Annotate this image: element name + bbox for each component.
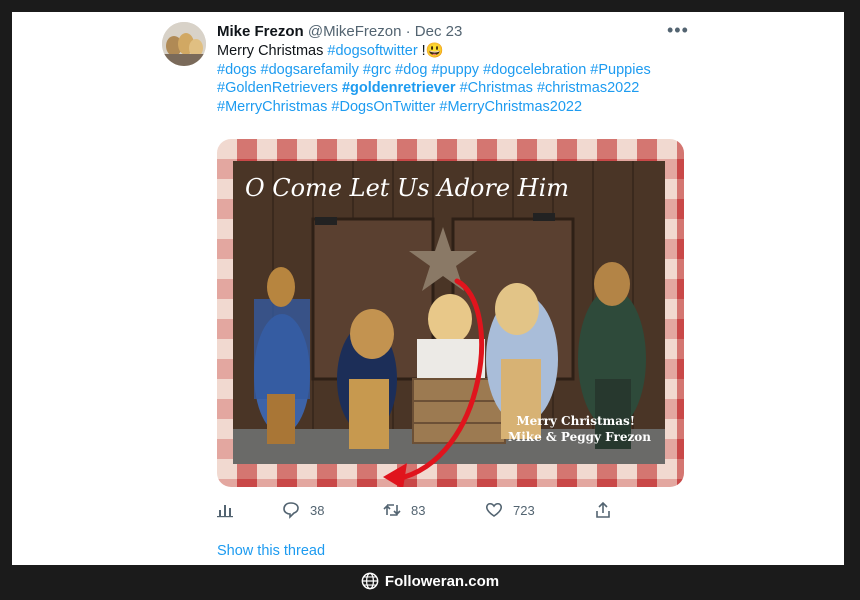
image-title-text: O Come Let Us Adore Him xyxy=(245,174,569,202)
retweet-icon xyxy=(383,504,401,516)
image-caption-line1: Merry Christmas! xyxy=(516,414,635,428)
hashtag-link[interactable]: #MerryChristmas xyxy=(217,99,327,115)
avatar-dogs-image xyxy=(162,22,206,66)
hashtag-link[interactable]: #goldenretriever xyxy=(342,80,456,96)
tweet-header: Mike Frezon @MikeFrezon · Dec 23 xyxy=(217,22,462,42)
separator: · xyxy=(405,23,411,40)
hashtag-link[interactable]: #Christmas xyxy=(460,80,533,96)
tweet-date[interactable]: Dec 23 xyxy=(415,23,463,40)
share-icon xyxy=(596,501,610,518)
reply-count: 38 xyxy=(310,502,325,518)
screen: Mike Frezon @MikeFrezon · Dec 23 ••• Mer… xyxy=(12,12,844,565)
display-name[interactable]: Mike Frezon xyxy=(217,23,304,40)
hashtag-link[interactable]: #DogsOnTwitter xyxy=(331,99,435,115)
tweet-image[interactable]: O Come Let Us Adore Him Merry Christmas!… xyxy=(217,139,684,487)
smile-emoji: 😃 xyxy=(425,43,444,59)
analytics-icon xyxy=(217,505,233,518)
text-after: ! xyxy=(417,43,426,59)
show-thread-link[interactable]: Show this thread xyxy=(217,543,325,559)
hashtag-link[interactable]: #grc xyxy=(363,62,391,78)
hashtag-line-1: #dogs #dogsarefamily #grc #dog #puppy #d… xyxy=(217,61,687,80)
handle[interactable]: @MikeFrezon xyxy=(308,23,402,40)
hashtag-link[interactable]: #dogsoftwitter xyxy=(327,43,417,59)
hashtag-link[interactable]: #dogs xyxy=(217,62,257,78)
hashtag-link[interactable]: #dogcelebration xyxy=(483,62,586,78)
reply-button[interactable]: 38 xyxy=(282,499,324,521)
watermark-text: Followeran.com xyxy=(384,572,500,590)
more-icon[interactable]: ••• xyxy=(667,20,689,41)
like-icon xyxy=(485,502,503,517)
retweet-button[interactable]: 83 xyxy=(383,499,425,521)
image-caption-line2: Mike & Peggy Frezon xyxy=(508,430,651,444)
tweet-text-line: Merry Christmas #dogsoftwitter !😃 xyxy=(217,42,687,61)
hashtag-link[interactable]: #dog xyxy=(395,62,427,78)
globe-icon xyxy=(361,572,379,590)
tweet-text: Merry Christmas #dogsoftwitter !😃 #dogs … xyxy=(217,42,687,116)
like-button[interactable]: 723 xyxy=(485,499,535,521)
nativity-dogs-photo: O Come Let Us Adore Him Merry Christmas!… xyxy=(217,139,684,487)
hashtag-link[interactable]: #MerryChristmas2022 xyxy=(439,99,582,115)
like-count: 723 xyxy=(513,502,535,518)
hashtag-link[interactable]: #GoldenRetrievers xyxy=(217,80,338,96)
hashtag-link[interactable]: #christmas2022 xyxy=(537,80,639,96)
analytics-button[interactable] xyxy=(217,499,233,521)
share-button[interactable] xyxy=(594,499,612,521)
hashtag-line-2: #GoldenRetrievers #goldenretriever #Chri… xyxy=(217,79,687,98)
tweet-actions: 38 83 723 xyxy=(217,499,617,521)
hashtag-link[interactable]: #puppy xyxy=(431,62,479,78)
reply-icon xyxy=(283,502,299,519)
hashtag-link[interactable]: #Puppies xyxy=(590,62,650,78)
text-lead: Merry Christmas xyxy=(217,43,328,59)
hashtag-link[interactable]: #dogsarefamily xyxy=(261,62,359,78)
hashtag-line-3: #MerryChristmas #DogsOnTwitter #MerryChr… xyxy=(217,98,687,117)
watermark: Followeran.com xyxy=(0,568,860,594)
avatar[interactable] xyxy=(162,22,206,66)
retweet-count: 83 xyxy=(411,502,426,518)
